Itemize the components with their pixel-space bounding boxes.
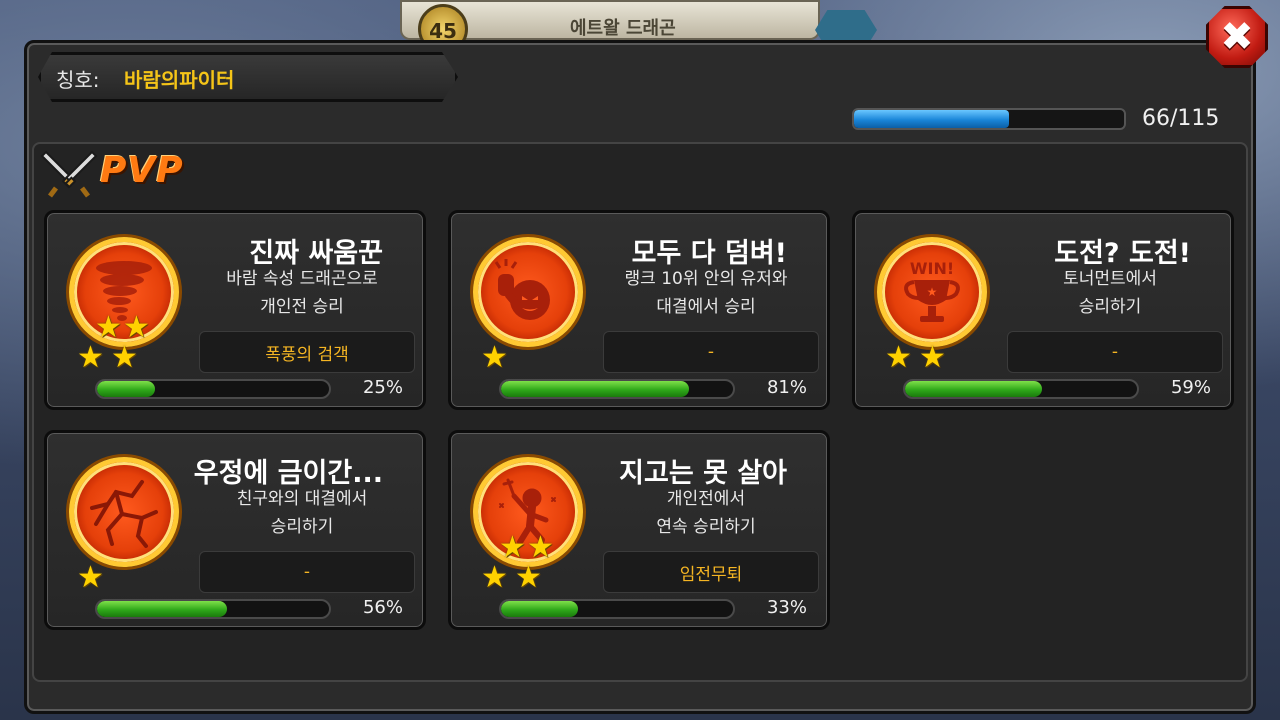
star-icon: ★ (481, 340, 508, 375)
fighter-fist-icon (473, 237, 583, 347)
star-icon: ★ (527, 530, 554, 565)
achievement-progress-fill (501, 601, 578, 617)
overall-progress-fill (854, 110, 1009, 128)
star-icon: ★ (95, 310, 122, 345)
svg-text:WIN!: WIN! (910, 259, 954, 278)
crossed-swords-icon (40, 150, 98, 198)
achievement-percent: 56% (362, 597, 403, 618)
star-icon: ★ (77, 340, 104, 375)
reward-title-box: 임전무퇴 (603, 551, 819, 593)
background-dragon-name: 에트왈 드래곤 (570, 18, 676, 39)
star-icon: ★ (499, 530, 526, 565)
achievement-card[interactable]: ★ ★ ★ ★ 진짜 싸움꾼 바람 속성 드래곤으로 개인전 승리 폭풍의 검객… (44, 210, 426, 410)
achievement-progress-bar (903, 379, 1139, 399)
close-button[interactable]: ✖ (1206, 6, 1268, 68)
achievement-progress-fill (501, 381, 689, 397)
achievement-percent: 25% (362, 377, 403, 398)
section-title: PVP (100, 150, 184, 191)
star-icon: ★ (77, 560, 104, 595)
cracked-icon (69, 457, 179, 567)
achievement-progress-bar (499, 379, 735, 399)
achievement-percent: 59% (1170, 377, 1211, 398)
title-value[interactable]: 바람의파이터 (124, 64, 234, 93)
achievement-progress-bar (95, 379, 331, 399)
achievement-card[interactable]: ★ ★ ★ ★ 지고는 못 살아 개인전에서 연속 승리하기 임전무퇴 33% (448, 430, 830, 630)
star-icon: ★ (885, 340, 912, 375)
reward-title-box: - (603, 331, 819, 373)
win-trophy-icon: WIN! ★ (877, 237, 987, 347)
star-rating: ★ (479, 343, 619, 373)
achievement-progress-bar (95, 599, 331, 619)
star-rating: ★ ★ ★ ★ (75, 313, 215, 375)
overall-progress-bar (852, 108, 1126, 130)
star-rating: ★ ★ (883, 343, 1023, 373)
title-tab (38, 52, 458, 102)
star-icon: ★ (111, 340, 138, 375)
achievement-card[interactable]: WIN! ★ ★ ★ 도전? 도전! 토너먼트에서 승리하기 - 59% (852, 210, 1234, 410)
achievement-progress-bar (499, 599, 735, 619)
achievement-card[interactable]: ★ 모두 다 덤벼! 랭크 10위 안의 유저와 대결에서 승리 - 81% (448, 210, 830, 410)
title-label: 칭호: (56, 68, 100, 92)
achievement-progress-fill (97, 381, 155, 397)
reward-title-box: 폭풍의 검객 (199, 331, 415, 373)
star-icon: ★ (123, 310, 150, 345)
achievement-progress-fill (905, 381, 1042, 397)
achievement-card[interactable]: ★ 우정에 금이간... 친구와의 대결에서 승리하기 - 56% (44, 430, 426, 630)
close-icon: ✖ (1220, 14, 1254, 60)
achievement-description: 개인전에서 연속 승리하기 (656, 489, 756, 537)
achievement-description: 토너먼트에서 승리하기 (1063, 269, 1157, 317)
overall-progress-text: 66/115 (1142, 106, 1220, 131)
star-icon: ★ (515, 560, 542, 595)
achievement-percent: 33% (766, 597, 807, 618)
reward-title-box: - (1007, 331, 1223, 373)
achievement-description: 바람 속성 드래곤으로 개인전 승리 (226, 269, 378, 317)
star-icon: ★ (481, 560, 508, 595)
achievement-description: 랭크 10위 안의 유저와 대결에서 승리 (624, 269, 788, 317)
achievement-description: 친구와의 대결에서 승리하기 (236, 489, 368, 537)
star-rating: ★ ★ ★ ★ (479, 533, 619, 595)
reward-title-box: - (199, 551, 415, 593)
svg-text:★: ★ (927, 285, 938, 299)
achievement-progress-fill (97, 601, 227, 617)
star-icon: ★ (919, 340, 946, 375)
achievement-percent: 81% (766, 377, 807, 398)
star-rating: ★ (75, 563, 215, 593)
